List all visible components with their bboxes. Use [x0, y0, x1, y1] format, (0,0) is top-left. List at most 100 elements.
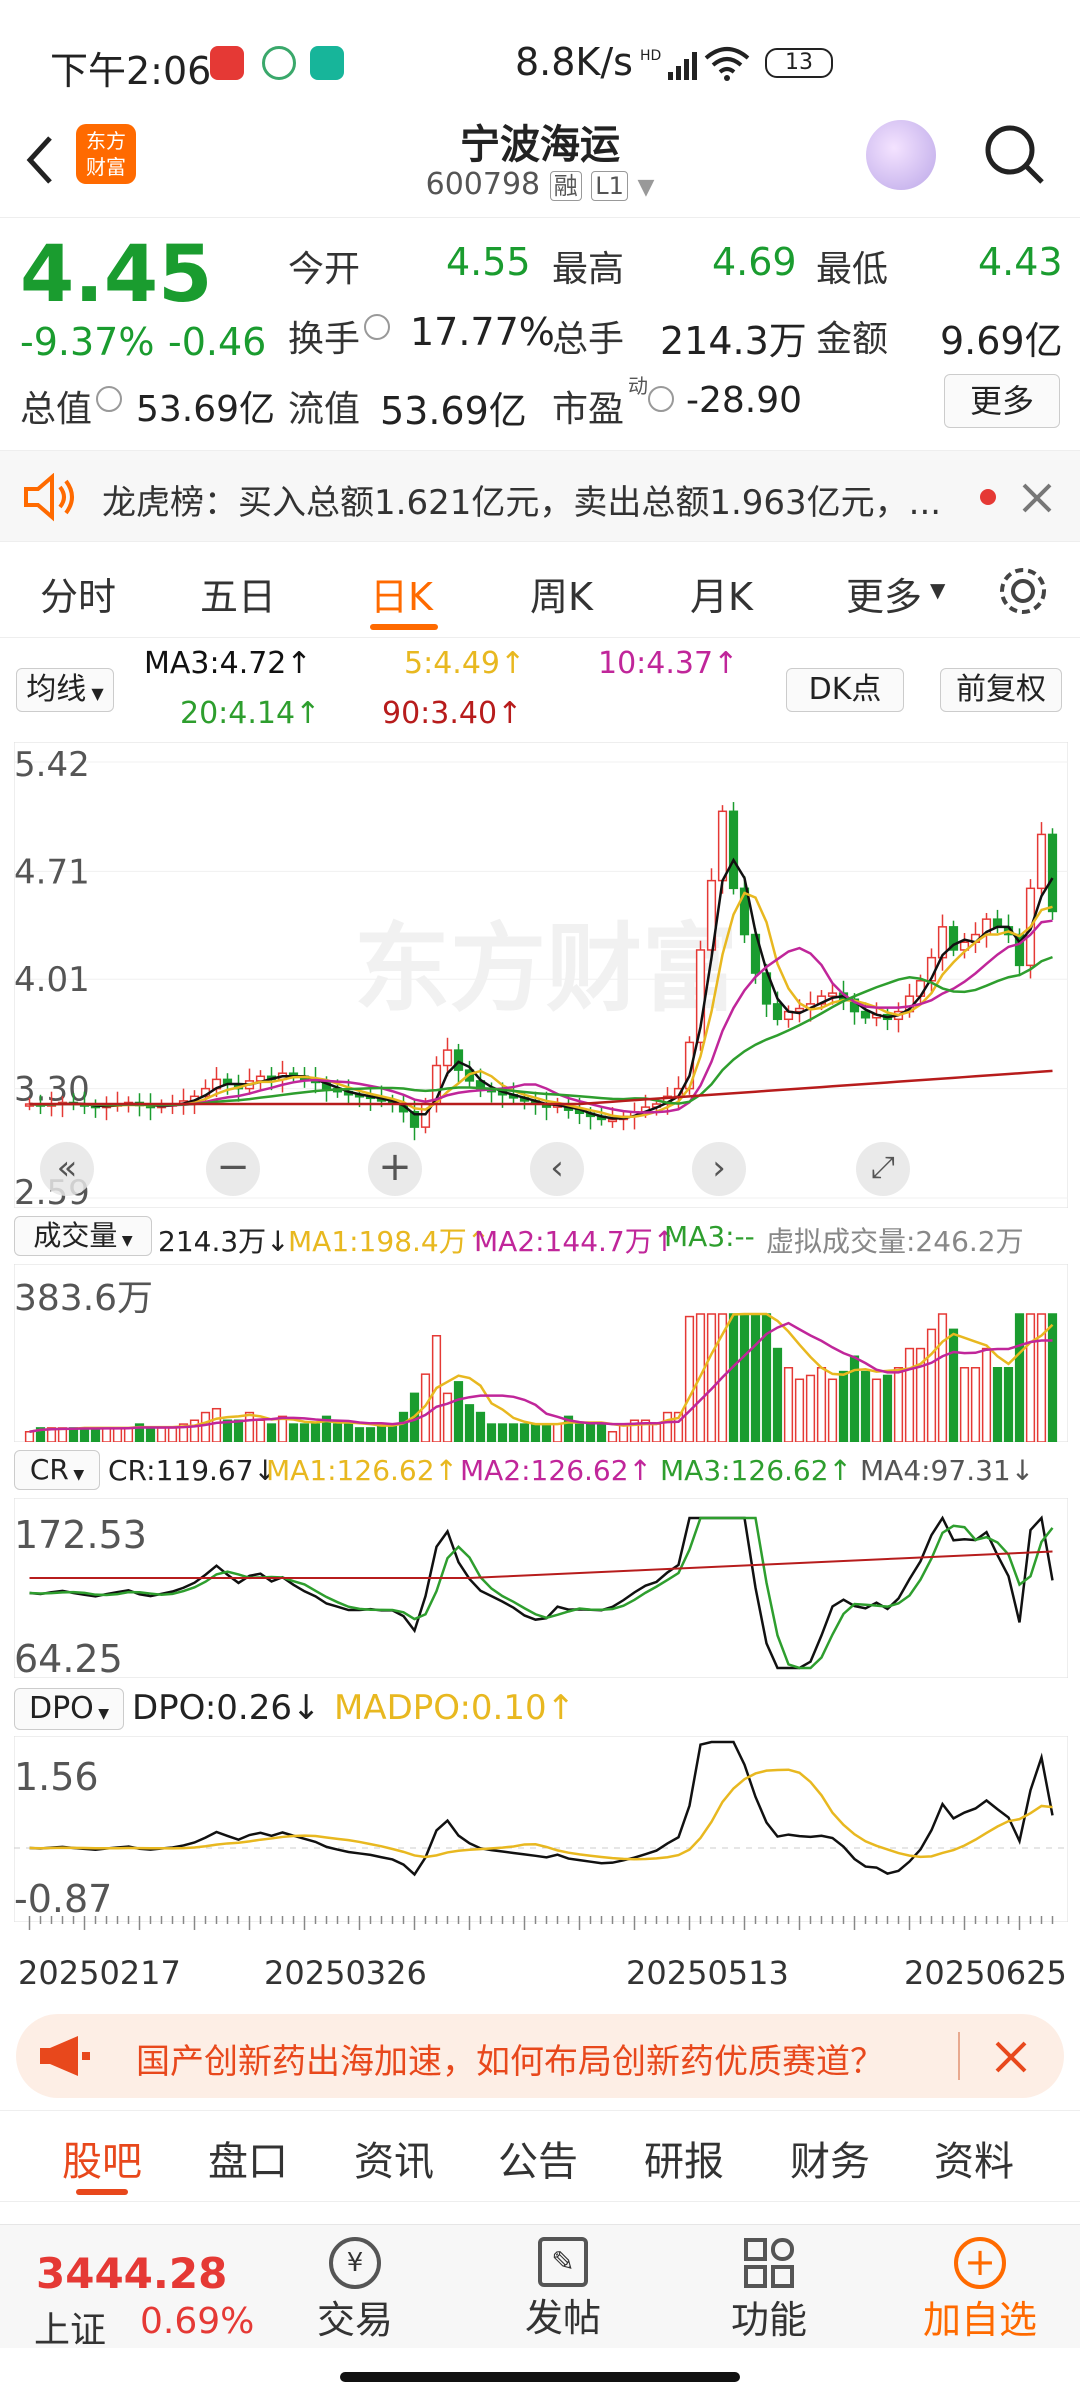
promo-banner[interactable]: 国产创新药出海加速，如何布局创新药优质赛道？ — [16, 2014, 1064, 2098]
ma10-value: 10:4.37↑ — [598, 646, 739, 681]
adjust-mode-button[interactable]: 前复权 — [940, 668, 1062, 712]
robot-assistant-icon[interactable] — [866, 120, 936, 190]
volume-bar — [992, 1367, 1003, 1442]
cr-legend: CR ▼ CR:119.67↓ MA1:126.62↑ MA2:126.62↑ … — [0, 1446, 1080, 1494]
nav-trade[interactable]: ¥ 交易 — [300, 2237, 410, 2344]
change-percent: -9.37% — [20, 320, 155, 364]
zoom-out-button[interactable]: − — [206, 1142, 260, 1196]
zoom-in-button[interactable]: + — [368, 1142, 422, 1196]
promo-divider — [958, 2032, 960, 2080]
info-icon[interactable] — [364, 314, 390, 340]
active-tab-indicator — [76, 2189, 128, 2195]
tab-weekly-k[interactable]: 周K — [530, 566, 593, 621]
cr-selector[interactable]: CR ▼ — [14, 1450, 100, 1490]
cr-ma3: MA3:126.62↑ — [660, 1454, 852, 1487]
tab-news[interactable]: 资讯 — [354, 2129, 434, 2187]
scroll-left-button[interactable]: ‹ — [530, 1142, 584, 1196]
volume-bar — [277, 1415, 288, 1442]
index-value[interactable]: 3444.28 — [36, 2249, 227, 2298]
tab-more[interactable]: 更多 — [846, 566, 922, 621]
volume-bar — [783, 1367, 794, 1442]
volume-bar — [101, 1427, 112, 1442]
volume-selector[interactable]: 成交量 ▼ — [14, 1216, 152, 1256]
battery-icon: 13 — [765, 48, 833, 78]
volume-bar — [750, 1313, 761, 1442]
volume-bar — [1025, 1313, 1036, 1442]
nav-functions-label: 功能 — [730, 2298, 807, 2342]
chart-tabs: 分时 五日 日K 周K 月K 更多 ▼ — [0, 544, 1080, 638]
nav-functions[interactable]: 功能 — [714, 2237, 824, 2344]
volume-bar — [288, 1423, 299, 1442]
kline-y-tick: 4.01 — [14, 960, 90, 1000]
cr-min-label: 64.25 — [14, 1637, 123, 1678]
indicator-selector[interactable]: 均线 ▼ — [16, 668, 114, 712]
kline-chart[interactable]: 5.424.714.013.302.59 东方财富 — [14, 742, 1068, 1208]
mktcap-value: 53.69亿 — [136, 389, 276, 430]
nav-post[interactable]: ✎ 发帖 — [508, 2237, 618, 2342]
volume-bar — [365, 1427, 376, 1442]
info-icon[interactable] — [96, 386, 122, 412]
network-speed: 8.8K/s — [515, 40, 633, 84]
tab-finance[interactable]: 财务 — [790, 2129, 870, 2187]
margin-badge: 融 — [549, 171, 582, 201]
volume-value: 214.3万↓ — [158, 1225, 290, 1258]
x-tick-label: 20250625 — [904, 1954, 1067, 1992]
notice-bar[interactable]: 龙虎榜：买入总额1.621亿元，卖出总额1.963亿元，... — [0, 450, 1080, 542]
volume-bar — [211, 1407, 222, 1442]
volume-bar — [398, 1411, 409, 1442]
tab-five-day[interactable]: 五日 — [200, 566, 276, 621]
tab-intraday[interactable]: 分时 — [40, 566, 116, 621]
more-button[interactable]: 更多 — [944, 374, 1060, 428]
battery-level: 13 — [785, 50, 813, 75]
kline-y-tick: 5.42 — [14, 745, 90, 785]
cr-chart[interactable]: 172.53 64.25 — [14, 1498, 1068, 1678]
volume-bar — [508, 1423, 519, 1442]
ma20-value: 20:4.14↑ — [180, 696, 321, 731]
volume-chart[interactable]: 383.6万 — [14, 1264, 1068, 1442]
fullscreen-icon[interactable]: ⤢ — [856, 1142, 910, 1196]
ma90-value: 90:3.40↑ — [382, 696, 523, 731]
tab-research[interactable]: 研报 — [644, 2129, 724, 2187]
cr-ma1: MA1:126.62↑ — [266, 1454, 458, 1487]
dk-point-button[interactable]: DK点 — [786, 668, 904, 712]
volume-bar — [970, 1367, 981, 1442]
dpo-value: DPO:0.26↓ — [132, 1688, 321, 1728]
notice-text: 龙虎榜：买入总额1.621亿元，卖出总额1.963亿元，... — [102, 483, 942, 523]
dpo-selector[interactable]: DPO ▼ — [14, 1688, 124, 1730]
search-icon[interactable] — [980, 120, 1050, 190]
ma-legend: 均线 ▼ MA3:4.72↑ 5:4.49↑ 10:4.37↑ 20:4.14↑… — [0, 640, 1080, 740]
plus-icon: + — [954, 2237, 1006, 2289]
volume-bar — [167, 1427, 178, 1442]
info-icon[interactable] — [648, 386, 674, 412]
volume-bar — [68, 1427, 79, 1442]
volume-ma2: MA2:144.7万↑ — [474, 1225, 677, 1258]
close-icon[interactable] — [1020, 481, 1054, 515]
open-value: 4.55 — [446, 240, 531, 284]
dpo-frame — [14, 1736, 1068, 1922]
volume-bar — [651, 1423, 662, 1442]
tab-daily-k[interactable]: 日K — [370, 566, 433, 621]
turnover-value: 17.77% — [410, 310, 555, 354]
tab-profile[interactable]: 资料 — [934, 2129, 1014, 2187]
svg-text:HD: HD — [640, 48, 661, 64]
tab-order-book[interactable]: 盘口 — [208, 2129, 288, 2187]
header-bar: 东方财富 宁波海运 600798 融 L1 ▼ — [0, 110, 1080, 218]
turnover-label: 换手 — [288, 319, 361, 360]
volume-bar — [937, 1313, 948, 1442]
add-watchlist-button[interactable]: + 加自选 — [900, 2237, 1060, 2344]
tab-monthly-k[interactable]: 月K — [690, 566, 753, 621]
candle — [728, 810, 739, 890]
dpo-chart[interactable]: 1.56 -0.87 — [14, 1736, 1068, 1922]
gear-icon[interactable] — [996, 564, 1050, 618]
volume-bar — [255, 1419, 266, 1442]
stock-code: 600798 — [425, 167, 541, 202]
cr-value: CR:119.67↓ — [108, 1454, 278, 1487]
close-icon[interactable] — [994, 2040, 1028, 2074]
caret-down-icon: ▼ — [637, 175, 655, 200]
tab-forum[interactable]: 股吧 — [62, 2129, 142, 2187]
volume-bar — [519, 1423, 530, 1442]
scroll-left-fast-button[interactable]: « — [40, 1142, 94, 1196]
tab-announcements[interactable]: 公告 — [498, 2129, 578, 2187]
scroll-right-button[interactable]: › — [692, 1142, 746, 1196]
cr-selector-label: CR — [29, 1453, 69, 1486]
